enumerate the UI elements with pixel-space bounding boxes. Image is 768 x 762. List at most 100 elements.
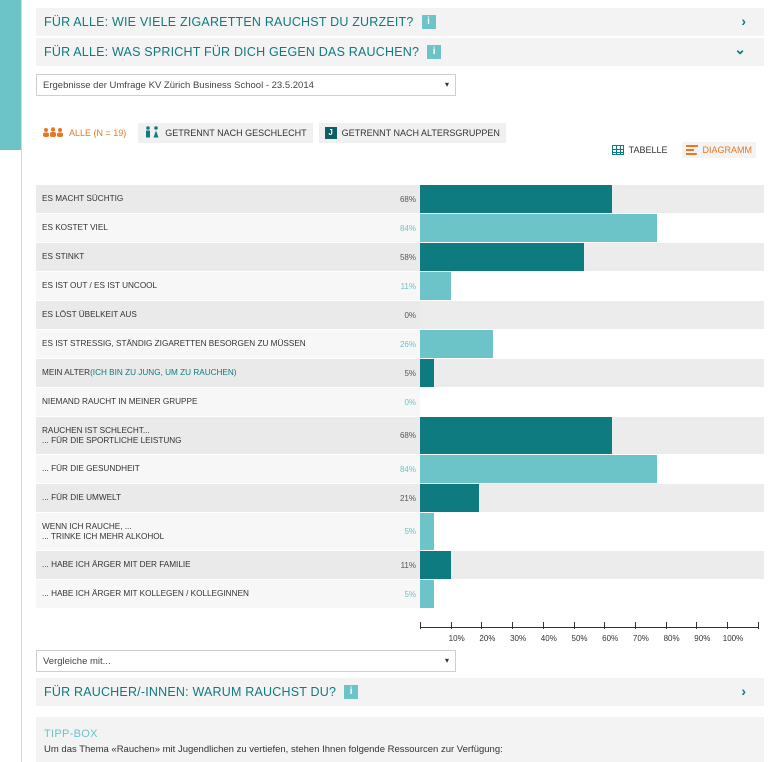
bar (420, 243, 584, 271)
accordion-title: FÜR ALLE: WAS SPRICHT FÜR DICH GEGEN DAS… (44, 45, 420, 59)
category-label: ... FÜR DIE UMWELT (42, 493, 121, 503)
survey-select-value: Ergebnisse der Umfrage KV Zürich Busines… (43, 80, 314, 91)
value-label: 68% (399, 431, 416, 440)
value-label: 5% (404, 368, 416, 378)
category-label: ES IST OUT / ES IST UNCOOL (42, 281, 158, 291)
accordion-title: FÜR RAUCHER/-INNEN: WARUM RAUCHST DU? (44, 685, 337, 699)
view-table-label: TABELLE (628, 145, 668, 155)
value-label: 68% (399, 194, 416, 204)
info-icon[interactable]: i (427, 45, 442, 59)
bar (420, 513, 435, 550)
bar (420, 272, 452, 300)
x-tick (696, 622, 698, 629)
view-toggle: TABELLE DIAGRAMM (608, 142, 756, 158)
chart-row: ES LÖST ÜBELKEIT AUS 0% (36, 301, 764, 330)
info-icon[interactable]: i (421, 15, 436, 29)
chevron-right-icon[interactable]: › (741, 683, 746, 699)
chevron-down-icon[interactable]: ⌄ (734, 41, 746, 58)
chevron-right-icon[interactable]: › (741, 13, 746, 29)
bar-chart-icon (685, 145, 698, 155)
compare-select-value: Vergleiche mit... (43, 656, 111, 667)
bar (420, 417, 613, 454)
tipp-text: Um das Thema «Rauchen» mit Jugendlichen … (44, 744, 503, 755)
filter-tab-alle[interactable]: ALLE (N = 19) (36, 123, 133, 143)
x-tick-label: 10% (448, 634, 465, 643)
chart-row: ... HABE ICH ÄRGER MIT DER FAMILIE 11% (36, 551, 764, 580)
chart-row: ... FÜR DIE UMWELT 21% (36, 484, 764, 513)
table-icon (611, 145, 624, 155)
compare-select[interactable]: Vergleiche mit... ▾ (36, 650, 456, 672)
x-tick (450, 622, 452, 629)
bar-track (420, 388, 764, 416)
x-tick (542, 622, 544, 629)
value-label: 0% (404, 397, 416, 407)
x-axis: 10% 20% 30% 40% 50% 60% 70% 80% 90% 100% (36, 622, 764, 645)
category-label: ES LÖST ÜBELKEIT AUS (42, 310, 137, 320)
chart-row: ES IST OUT / ES IST UNCOOL 11% (36, 272, 764, 301)
bar-track (420, 359, 764, 387)
category-label: ES IST STRESSIG, STÄNDIG ZIGARETTEN BESO… (42, 339, 306, 349)
x-tick (481, 622, 483, 629)
x-tick-label: 40% (540, 634, 557, 643)
chart-row: ... HABE ICH ÄRGER MIT KOLLEGEN / KOLLEG… (36, 580, 764, 609)
tipp-box: TIPP-BOX Um das Thema «Rauchen» mit Juge… (36, 717, 764, 762)
bar (420, 551, 452, 579)
x-axis-line (420, 627, 758, 628)
x-tick-label: 70% (632, 634, 649, 643)
x-tick (573, 622, 575, 629)
value-label: 5% (404, 589, 416, 599)
x-tick-label: 100% (722, 634, 744, 643)
category-label-highlight: (ICH BIN ZU JUNG, UM ZU RAUCHEN) (90, 368, 237, 378)
view-chart-button[interactable]: DIAGRAMM (681, 142, 756, 158)
accordion-zigaretten-zurzeit[interactable]: FÜR ALLE: WIE VIELE ZIGARETTEN RAUCHST D… (36, 8, 764, 36)
bar (420, 185, 613, 213)
value-label: 11% (400, 560, 416, 570)
chart-row: MEIN ALTER (ICH BIN ZU JUNG, UM ZU RAUCH… (36, 359, 764, 388)
bar (420, 484, 480, 512)
chart-row: ... FÜR DIE GESUNDHEIT 84% (36, 455, 764, 484)
x-tick-label: 90% (694, 634, 711, 643)
value-label: 58% (399, 252, 416, 262)
bar-chart: ES MACHT SÜCHTIG 68% ES KOSTET VIEL 84% ES S… (36, 185, 764, 609)
accordion-gegen-rauchen[interactable]: FÜR ALLE: WAS SPRICHT FÜR DICH GEGEN DAS… (36, 38, 764, 66)
x-tick (512, 622, 514, 629)
value-label: 11% (400, 281, 416, 291)
info-icon[interactable]: i (344, 685, 359, 699)
bar-track (420, 513, 764, 550)
survey-select[interactable]: Ergebnisse der Umfrage KV Zürich Busines… (36, 74, 456, 96)
category-label: ... HABE ICH ÄRGER MIT KOLLEGEN / KOLLEG… (42, 589, 249, 599)
category-label: ES KOSTET VIEL (42, 223, 108, 233)
value-label: 0% (404, 310, 416, 320)
x-tick-label: 20% (479, 634, 496, 643)
bar (420, 455, 658, 483)
accordion-title: FÜR ALLE: WIE VIELE ZIGARETTEN RAUCHST D… (44, 15, 414, 29)
category-label: NIEMAND RAUCHT IN MEINER GRUPPE (42, 397, 198, 407)
filter-tab-geschlecht[interactable]: GETRENNT NACH GESCHLECHT (138, 123, 313, 143)
chart-row: ES IST STRESSIG, STÄNDIG ZIGARETTEN BESO… (36, 330, 764, 359)
x-tick-label: 60% (602, 634, 619, 643)
bar-track (420, 551, 764, 579)
x-tick (420, 622, 421, 629)
chart-row: ES STINKT 58% (36, 243, 764, 272)
x-tick-label: 30% (510, 634, 527, 643)
dropdown-caret-icon: ▾ (444, 80, 449, 89)
x-tick-label: 50% (571, 634, 588, 643)
accordion-warum-rauchst-du[interactable]: FÜR RAUCHER/-INNEN: WARUM RAUCHST DU? i … (36, 678, 764, 706)
category-label: ES STINKT (42, 252, 85, 262)
age-icon: J (324, 127, 337, 139)
tipp-title: TIPP-BOX (44, 728, 98, 740)
gender-icon (144, 125, 160, 141)
x-tick-label: 80% (663, 634, 680, 643)
view-table-button[interactable]: TABELLE (608, 142, 672, 158)
bar (420, 580, 435, 608)
value-label: 5% (404, 527, 416, 536)
bar-track (420, 272, 764, 300)
group-icon (42, 126, 64, 140)
chart-row: WENN ICH RAUCHE, ... ... TRINKE ICH MEHR… (36, 513, 764, 551)
chart-row: NIEMAND RAUCHT IN MEINER GRUPPE 0% (36, 388, 764, 417)
filter-tab-altersgruppen[interactable]: J GETRENNT NACH ALTERSGRUPPEN (318, 123, 506, 143)
category-label: ... HABE ICH ÄRGER MIT DER FAMILIE (42, 560, 191, 570)
category-label: RAUCHEN IST SCHLECHT... ... FÜR DIE SPOR… (42, 426, 182, 445)
dropdown-caret-icon: ▾ (444, 656, 449, 665)
value-label: 26% (399, 339, 416, 349)
